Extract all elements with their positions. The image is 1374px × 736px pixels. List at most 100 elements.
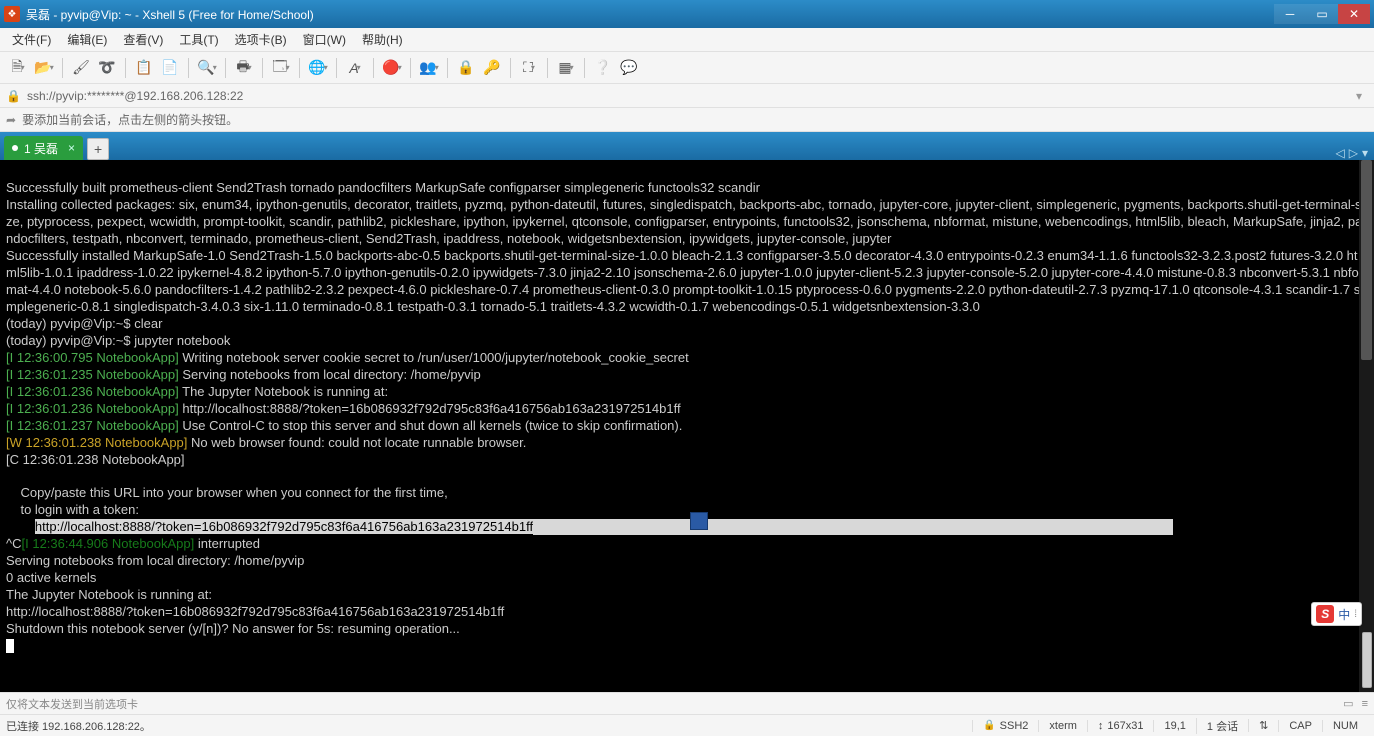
lock-button[interactable]: 🔒 xyxy=(454,56,478,80)
tab-list-icon[interactable]: ▾ xyxy=(1362,146,1368,160)
key-button[interactable]: 🔑 xyxy=(480,56,504,80)
input-options: ▭ ≡ xyxy=(1343,697,1368,710)
add-session-icon[interactable]: ➦ xyxy=(6,113,16,127)
term-line: Successfully built prometheus-client Sen… xyxy=(6,180,760,195)
paste-button[interactable]: 📄 xyxy=(158,56,182,80)
input-menu-icon[interactable]: ≡ xyxy=(1362,698,1368,710)
color-button[interactable]: 🔴▾ xyxy=(380,56,404,80)
menu-edit[interactable]: 编辑(E) xyxy=(59,31,115,48)
language-button[interactable]: 🌐▾ xyxy=(306,56,330,80)
properties-button[interactable]: 🗔▾ xyxy=(269,56,293,80)
ime-logo-icon: S xyxy=(1316,605,1334,623)
add-tab-button[interactable]: + xyxy=(87,138,109,160)
print-button[interactable]: 🖶▾ xyxy=(232,56,256,80)
separator xyxy=(262,58,263,78)
title-bar: ❖ 吴磊 - pyvip@Vip: ~ - Xshell 5 (Free for… xyxy=(0,0,1374,28)
vertical-slider[interactable] xyxy=(1362,632,1372,688)
status-caps: CAP xyxy=(1278,720,1322,732)
term-ctrl-c: ^C xyxy=(6,536,22,551)
open-button[interactable]: 📂▾ xyxy=(32,56,56,80)
tab-session-1[interactable]: 1 吴磊 × xyxy=(4,136,83,160)
window-controls: ─ ▭ ✕ xyxy=(1274,4,1370,24)
status-num: NUM xyxy=(1322,720,1368,732)
address-dropdown[interactable]: ▾ xyxy=(1350,89,1368,103)
term-pad xyxy=(6,519,35,534)
chat-button[interactable]: 💬 xyxy=(617,56,641,80)
tab-prev-icon[interactable]: ◁ xyxy=(1336,146,1345,160)
term-msg: Writing notebook server cookie secret to… xyxy=(179,350,689,365)
reconnect-button[interactable]: 🖌 xyxy=(69,56,93,80)
status-network-icon: ⇅ xyxy=(1248,719,1278,732)
separator xyxy=(125,58,126,78)
maximize-button[interactable]: ▭ xyxy=(1306,4,1338,24)
disconnect-button[interactable]: ➰ xyxy=(95,56,119,80)
status-protocol-text: SSH2 xyxy=(1000,720,1029,732)
menu-tabs[interactable]: 选项卡(B) xyxy=(227,31,295,48)
ime-menu-icon[interactable]: ⁞ xyxy=(1354,609,1357,620)
size-icon: ↕ xyxy=(1098,720,1104,732)
find-button[interactable]: 🔍▾ xyxy=(195,56,219,80)
separator xyxy=(373,58,374,78)
tab-close-icon[interactable]: × xyxy=(68,141,75,155)
term-line: http://localhost:8888/?token=16b086932f7… xyxy=(6,604,504,619)
users-button[interactable]: 👥▾ xyxy=(417,56,441,80)
new-session-button[interactable]: 🗎▾ xyxy=(6,56,30,80)
status-connection: 已连接 192.168.206.128:22。 xyxy=(6,718,972,734)
term-msg: No web browser found: could not locate r… xyxy=(187,435,526,450)
copy-button[interactable]: 📋 xyxy=(132,56,156,80)
scrollbar-thumb[interactable] xyxy=(1361,160,1372,360)
tab-nav: ◁ ▷ ▾ xyxy=(1330,146,1374,160)
input-bar: 仅将文本发送到当前选项卡 ▭ ≡ xyxy=(0,692,1374,714)
menu-tools[interactable]: 工具(T) xyxy=(171,31,226,48)
term-ts: [I 12:36:01.236 NotebookApp] xyxy=(6,401,179,416)
minimize-button[interactable]: ─ xyxy=(1274,4,1306,24)
term-line: Successfully installed MarkupSafe-1.0 Se… xyxy=(6,248,1363,314)
menu-window[interactable]: 窗口(W) xyxy=(295,31,354,48)
separator xyxy=(584,58,585,78)
term-ts: [I 12:36:01.236 NotebookApp] xyxy=(6,384,179,399)
session-address[interactable]: ssh://pyvip:********@192.168.206.128:22 xyxy=(27,89,1350,103)
term-ts: [I 12:36:44.906 NotebookApp] xyxy=(22,536,195,551)
separator xyxy=(336,58,337,78)
separator xyxy=(188,58,189,78)
term-selected-url[interactable]: http://localhost:8888/?token=16b086932f7… xyxy=(35,519,533,534)
input-mode-icon[interactable]: ▭ xyxy=(1343,697,1353,710)
separator xyxy=(510,58,511,78)
input-hint[interactable]: 仅将文本发送到当前选项卡 xyxy=(6,696,138,712)
status-term-type: xterm xyxy=(1038,720,1087,732)
hint-bar: ➦ 要添加当前会话，点击左侧的箭头按钮。 xyxy=(0,108,1374,132)
menu-file[interactable]: 文件(F) xyxy=(4,31,59,48)
close-button[interactable]: ✕ xyxy=(1338,4,1370,24)
term-ts: [I 12:36:00.795 NotebookApp] xyxy=(6,350,179,365)
terminal-output[interactable]: Successfully built prometheus-client Sen… xyxy=(0,160,1374,692)
status-bar: 已连接 192.168.206.128:22。 🔒SSH2 xterm ↕167… xyxy=(0,714,1374,736)
ime-lang[interactable]: 中 xyxy=(1338,606,1350,623)
menu-view[interactable]: 查看(V) xyxy=(115,31,171,48)
term-prompt: (today) pyvip@Vip:~$ xyxy=(6,316,134,331)
term-ts: [I 12:36:01.235 NotebookApp] xyxy=(6,367,179,382)
address-bar: 🔒 ssh://pyvip:********@192.168.206.128:2… xyxy=(0,84,1374,108)
help-button[interactable]: ❔ xyxy=(591,56,615,80)
status-size: ↕167x31 xyxy=(1087,720,1154,732)
menu-bar: 文件(F) 编辑(E) 查看(V) 工具(T) 选项卡(B) 窗口(W) 帮助(… xyxy=(0,28,1374,52)
split-button[interactable]: ▦▾ xyxy=(554,56,578,80)
ime-widget[interactable]: S 中 ⁞ xyxy=(1311,602,1362,626)
fullscreen-button[interactable]: ⛶▾ xyxy=(517,56,541,80)
status-size-text: 167x31 xyxy=(1107,720,1143,732)
separator xyxy=(447,58,448,78)
menu-help[interactable]: 帮助(H) xyxy=(354,31,411,48)
font-button[interactable]: A▾ xyxy=(343,56,367,80)
term-line: 0 active kernels xyxy=(6,570,96,585)
app-icon: ❖ xyxy=(4,6,20,22)
term-line: to login with a token: xyxy=(6,502,139,517)
status-sessions: 1 会话 xyxy=(1196,718,1248,734)
term-line: Shutdown this notebook server (y/[n])? N… xyxy=(6,621,460,636)
selection-handle[interactable] xyxy=(690,512,708,530)
term-line: Installing collected packages: six, enum… xyxy=(6,197,1364,246)
tab-next-icon[interactable]: ▷ xyxy=(1349,146,1358,160)
term-cmd: clear xyxy=(134,316,162,331)
separator xyxy=(410,58,411,78)
term-ts: [I 12:36:01.237 NotebookApp] xyxy=(6,418,179,433)
status-dot-icon xyxy=(12,145,18,151)
separator xyxy=(299,58,300,78)
